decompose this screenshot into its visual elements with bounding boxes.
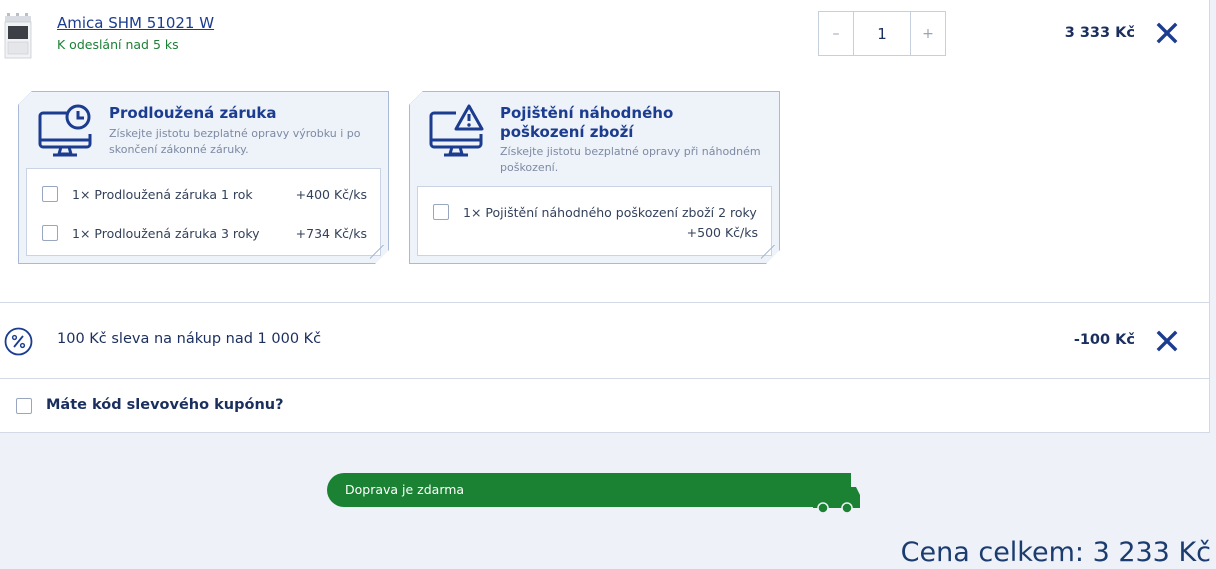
remove-product-close-icon[interactable] <box>1156 22 1178 44</box>
option-checkbox[interactable] <box>42 186 58 202</box>
shipping-status: Doprava je zdarma <box>345 482 465 497</box>
option-label: 1× Prodloužená záruka 1 rok <box>72 186 253 202</box>
order-total: Cena celkem: 3 233 Kč <box>900 537 1211 568</box>
option-checkbox[interactable] <box>433 204 449 220</box>
decrease-quantity-button[interactable]: – <box>819 12 853 55</box>
remove-discount-close-icon[interactable] <box>1156 330 1178 352</box>
option-price: +734 Kč/ks <box>295 225 367 241</box>
coupon-checkbox[interactable] <box>16 398 32 414</box>
option-price: +500 Kč/ks <box>686 224 758 240</box>
increase-quantity-button[interactable]: + <box>911 12 945 55</box>
service-option[interactable]: 1× Prodloužená záruka 3 roky +734 Kč/ks <box>27 223 380 243</box>
service-description: Získejte jistotu bezplatné opravy při ná… <box>500 145 761 174</box>
service-option-price-row: +500 Kč/ks <box>418 222 771 242</box>
divider <box>0 378 1209 379</box>
discount-label: 100 Kč sleva na nákup nad 1 000 Kč <box>57 331 322 347</box>
damage-insurance-box: Pojištění náhodného poškození zboží Získ… <box>409 91 780 264</box>
monitor-clock-icon <box>37 104 93 158</box>
option-label: 1× Prodloužená záruka 3 roky <box>72 225 260 241</box>
product-name-link[interactable]: Amica SHM 51021 W <box>57 14 214 32</box>
service-options: 1× Prodloužená záruka 1 rok +400 Kč/ks 1… <box>26 168 381 256</box>
percent-icon <box>4 327 33 356</box>
divider <box>0 302 1209 303</box>
product-price: 3 333 Kč <box>1064 25 1135 41</box>
free-shipping-progress: Doprava je zdarma <box>327 473 860 513</box>
service-options: 1× Pojištění náhodného poškození zboží 2… <box>417 186 772 256</box>
discount-value: -100 Kč <box>1073 332 1135 348</box>
extended-warranty-box: Prodloužená záruka Získejte jistotu bezp… <box>18 91 389 264</box>
cart-card: Amica SHM 51021 W K odeslání nad 5 ks – … <box>0 0 1210 433</box>
coupon-toggle-label[interactable]: Máte kód slevového kupónu? <box>46 397 284 413</box>
service-option[interactable]: 1× Pojištění náhodného poškození zboží 2… <box>418 202 771 222</box>
truck-icon <box>813 481 860 513</box>
service-option[interactable]: 1× Prodloužená záruka 1 rok +400 Kč/ks <box>27 184 380 204</box>
service-title: Prodloužená záruka <box>109 104 277 122</box>
product-thumbnail[interactable] <box>4 12 32 60</box>
option-checkbox[interactable] <box>42 225 58 241</box>
stock-status: K odeslání nad 5 ks <box>57 37 179 52</box>
quantity-input[interactable]: 1 <box>853 12 911 55</box>
service-description: Získejte jistotu bezplatné opravy výrobk… <box>109 127 361 156</box>
service-title: Pojištění náhodného poškození zboží <box>500 104 674 141</box>
option-price: +400 Kč/ks <box>295 186 367 202</box>
option-label: 1× Pojištění náhodného poškození zboží 2… <box>463 204 757 220</box>
monitor-warning-icon <box>428 104 484 158</box>
quantity-stepper: – 1 + <box>818 11 946 56</box>
